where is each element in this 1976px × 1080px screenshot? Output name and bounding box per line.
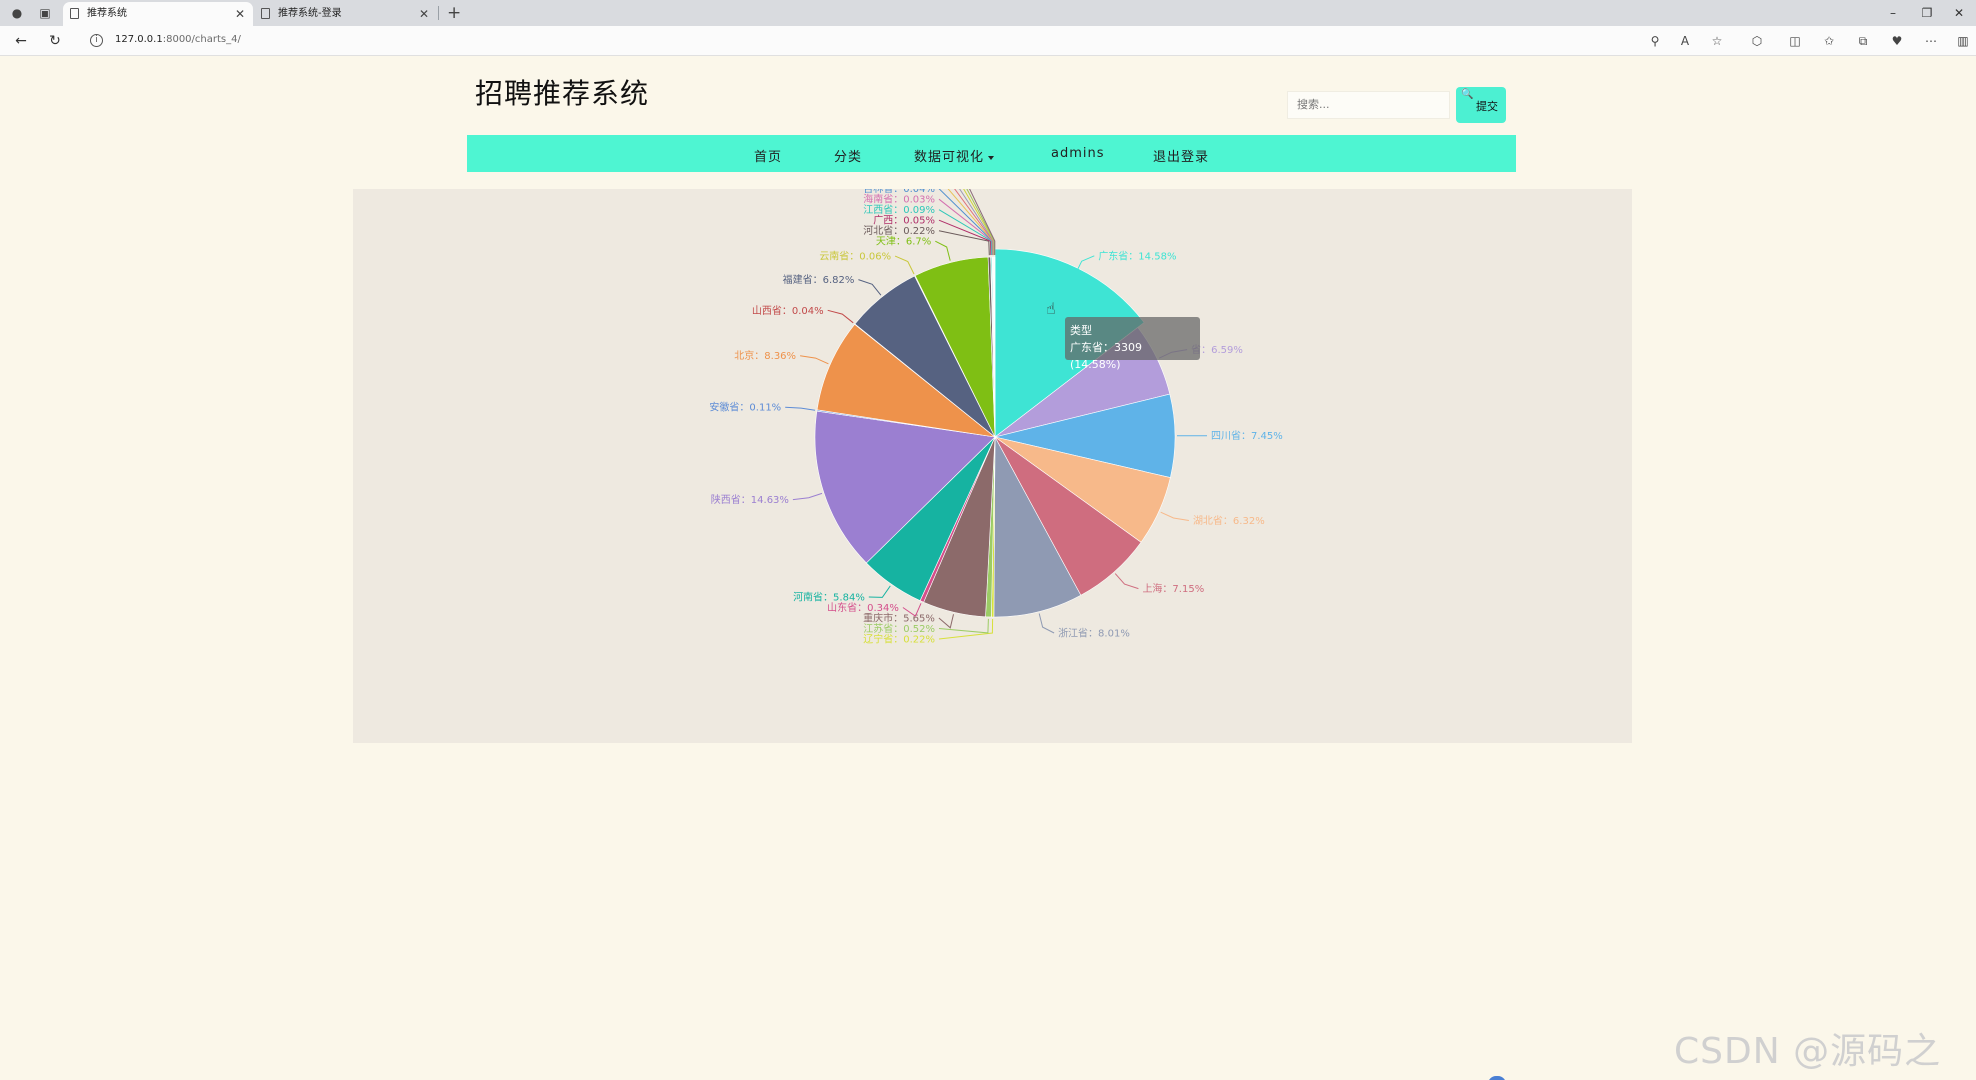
label-line (938, 230, 990, 256)
slice-label: 广东省：14.58% (1098, 249, 1176, 262)
browser-tab-login[interactable]: 推荐系统-登录 ✕ (254, 2, 437, 26)
minimize-icon[interactable]: – (1878, 2, 1908, 24)
extensions-icon[interactable]: ⬡ (1748, 32, 1766, 50)
main-navbar: 首页 分类 数据可视化 admins 退出登录 (467, 135, 1516, 172)
address-bar: ← ↻ i 127.0.0.1:8000/charts_4/ ⚲ A ☆ ⬡ ◫… (0, 26, 1976, 56)
label-line (938, 614, 954, 629)
pie-chart: 广东省：14.58%省：6.59%四川省：7.45%湖北省：6.32%上海：7.… (709, 189, 1283, 645)
new-tab-icon[interactable]: + (447, 2, 461, 24)
site-title: 招聘推荐系统 (475, 77, 650, 110)
profile-icon[interactable]: ● (8, 4, 26, 22)
label-line (1114, 573, 1139, 590)
floating-widget[interactable] (1488, 1076, 1506, 1080)
submit-button[interactable]: 🔍 提交 (1456, 87, 1506, 123)
search-input[interactable]: 搜索... (1287, 91, 1450, 119)
page-icon (261, 8, 270, 19)
slice-label: 陕西省：14.63% (711, 493, 789, 506)
read-aloud-icon[interactable]: A (1676, 32, 1694, 50)
slice-label: 上海：7.15% (1142, 582, 1204, 595)
search-icon: 🔍 (1461, 89, 1474, 100)
label-line (1038, 613, 1055, 634)
slice-label: 安徽省：0.11% (709, 401, 781, 414)
zoom-icon[interactable]: ⚲ (1646, 32, 1664, 50)
back-icon[interactable]: ← (11, 31, 31, 51)
label-line (868, 585, 891, 598)
collections-icon[interactable]: ⧉ (1854, 32, 1872, 50)
slice-label: 河南省：5.84% (793, 590, 865, 603)
browser-essentials-icon[interactable]: ♥ (1888, 32, 1906, 50)
label-line (935, 240, 951, 261)
label-line (969, 189, 996, 255)
tab-divider (438, 6, 439, 20)
url-text: 127.0.0.1:8000/charts_4/ (115, 34, 241, 45)
label-line (938, 618, 989, 634)
chart-panel: 广东省：14.58% 省：6.59% 四川省：7.45% 湖北省：6.32% 上海：7.… (353, 189, 1632, 743)
slice-label: 北京：8.36% (734, 349, 796, 362)
nav-item-logout[interactable]: 退出登录 (1153, 146, 1209, 165)
tab-title: 推荐系统 (87, 8, 127, 19)
nav-item-category[interactable]: 分类 (834, 146, 862, 165)
watermark: CSDN @源码之家 (1674, 1031, 1942, 1072)
browser-tab-bar: ● ▣ 推荐系统 ✕ 推荐系统-登录 ✕ + – ❐ ✕ (0, 0, 1976, 26)
slice-label: 天津：6.7% (876, 236, 931, 248)
favorites-icon[interactable]: ✩ (1820, 32, 1838, 50)
label-line (792, 492, 823, 501)
hand-cursor-icon: ☝ (1046, 299, 1056, 318)
more-menu-icon[interactable]: ⋯ (1922, 32, 1940, 50)
reload-icon[interactable]: ↻ (45, 31, 65, 51)
restore-icon[interactable]: ❐ (1912, 2, 1942, 24)
tooltip-text: 广东省：3309 (14.58%) (1070, 341, 1142, 371)
tab-actions-icon[interactable]: ▣ (36, 4, 54, 22)
page-icon (70, 8, 79, 19)
search-placeholder: 搜索... (1297, 98, 1330, 111)
slice-label: 四川省：7.45% (1211, 429, 1283, 442)
close-window-icon[interactable]: ✕ (1944, 2, 1974, 24)
slice-label: 福建省：6.82% (783, 273, 855, 286)
slice-label: 湖北省：6.32% (1193, 514, 1265, 527)
label-line (785, 406, 816, 411)
browser-tab-active[interactable]: 推荐系统 ✕ (63, 2, 253, 26)
tab-title: 推荐系统-登录 (278, 8, 342, 19)
split-screen-icon[interactable]: ◫ (1786, 32, 1804, 50)
slice-label: 云南省：0.06% (819, 250, 891, 263)
label-line (827, 309, 854, 324)
label-line (966, 189, 995, 256)
label-line (858, 279, 882, 296)
sidebar-icon[interactable]: ▥ (1954, 32, 1972, 50)
close-icon[interactable]: ✕ (419, 2, 429, 26)
submit-label: 提交 (1476, 100, 1498, 113)
tooltip-series: 类型 (1070, 324, 1092, 337)
nav-item-admins[interactable]: admins (1051, 146, 1105, 161)
caret-down-icon (988, 155, 995, 160)
slice-label: 山西省：0.04% (752, 304, 824, 317)
nav-item-home[interactable]: 首页 (754, 146, 782, 165)
slice-label: 吉林省：0.04% (863, 189, 935, 195)
favorite-star-icon[interactable]: ☆ (1708, 32, 1726, 50)
label-line (800, 355, 829, 365)
label-line (1160, 511, 1189, 521)
slice-label: 广西：0.05% (873, 215, 935, 227)
chart-tooltip: 类型 广东省：3309 (14.58%) (1065, 317, 1200, 371)
nav-item-visualization[interactable]: 数据可视化 (914, 146, 995, 165)
info-icon[interactable]: i (90, 34, 103, 47)
close-icon[interactable]: ✕ (235, 2, 245, 26)
nav-item-visualization-label: 数据可视化 (914, 150, 985, 165)
label-line (894, 255, 915, 275)
url-field[interactable]: i 127.0.0.1:8000/charts_4/ (80, 30, 1650, 52)
slice-label: 浙江省：8.01% (1058, 626, 1130, 639)
